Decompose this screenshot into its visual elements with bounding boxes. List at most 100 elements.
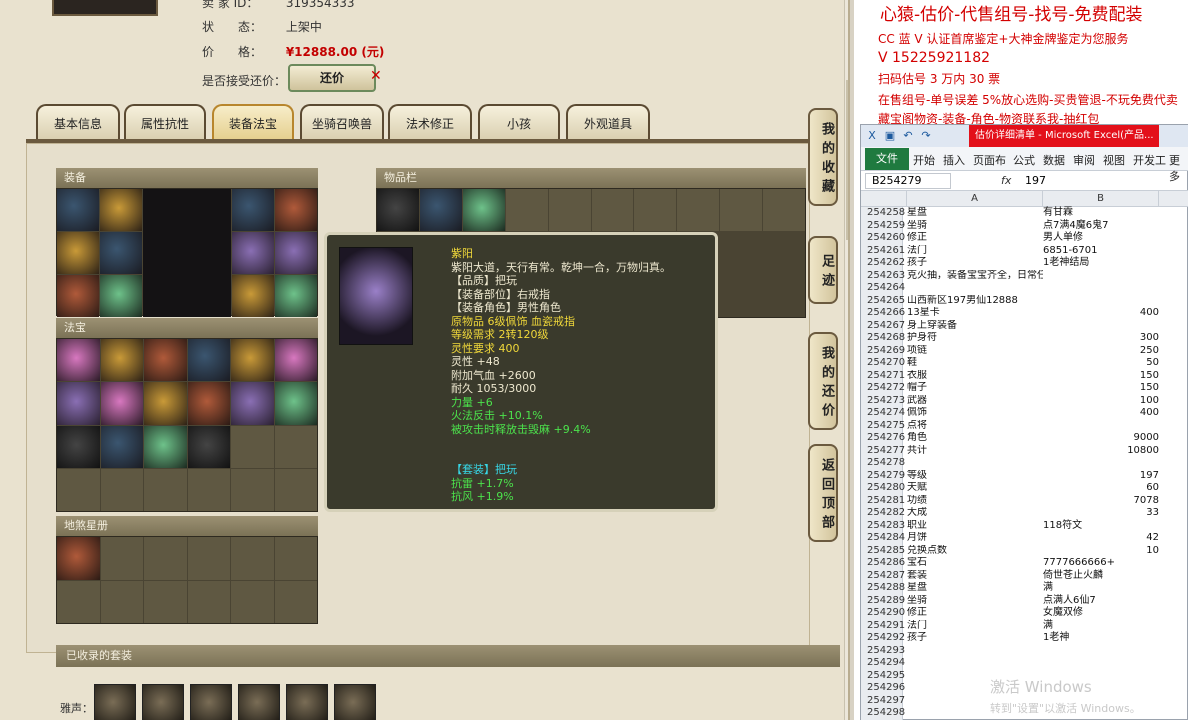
row-number[interactable]: 254275 [861, 419, 905, 432]
equipment-slot[interactable] [232, 275, 274, 317]
column-header-a[interactable]: A [907, 191, 1043, 207]
cell-b[interactable]: 150 [1043, 370, 1159, 383]
row-number[interactable]: 254259 [861, 219, 905, 232]
equipment-slot[interactable] [275, 189, 317, 231]
equipment-slot[interactable] [57, 189, 99, 231]
row-number[interactable]: 254265 [861, 294, 905, 307]
cell-a[interactable]: 星盘 [907, 582, 1043, 595]
row-number[interactable]: 254266 [861, 307, 905, 320]
row-number[interactable]: 254297 [861, 694, 905, 707]
set-item[interactable] [334, 684, 376, 720]
equipment-slot[interactable] [100, 232, 142, 274]
empty-slot[interactable] [144, 468, 187, 511]
row-number[interactable]: 254277 [861, 444, 905, 457]
equipment-slot[interactable] [100, 189, 142, 231]
cell-a[interactable]: 修正 [907, 232, 1043, 245]
empty-slot[interactable] [763, 189, 805, 231]
scrollbar-thumb[interactable] [846, 80, 848, 240]
cell-b[interactable]: 点7满4魔6鬼7 [1043, 220, 1159, 233]
row-number[interactable]: 254269 [861, 344, 905, 357]
empty-slot[interactable] [274, 537, 317, 580]
empty-slot[interactable] [231, 537, 274, 580]
cell-a[interactable]: 月饼 [907, 532, 1043, 545]
row-number[interactable]: 254294 [861, 657, 905, 670]
fabao-slot[interactable] [100, 339, 143, 382]
equipment-slot[interactable] [57, 275, 99, 317]
cell-b[interactable]: 满 [1043, 620, 1159, 633]
cell-b[interactable]: 7777666666+ [1043, 557, 1159, 570]
cell-a[interactable]: 衣服 [907, 370, 1043, 383]
cell-b[interactable]: 1老神 [1043, 632, 1159, 645]
row-number[interactable]: 254295 [861, 669, 905, 682]
row-number[interactable]: 254296 [861, 682, 905, 695]
cell-a[interactable]: 大成 [907, 507, 1043, 520]
equipment-slot[interactable] [275, 275, 317, 317]
column-header-c[interactable] [1159, 191, 1188, 207]
cell-a[interactable]: 共计 [907, 445, 1043, 458]
row-number[interactable]: 254283 [861, 519, 905, 532]
cell-a[interactable]: 佩饰 [907, 407, 1043, 420]
row-number[interactable]: 254260 [861, 232, 905, 245]
fabao-slot[interactable] [144, 382, 187, 425]
inventory-slot[interactable] [419, 189, 462, 231]
row-number[interactable]: 254278 [861, 457, 905, 470]
row-number[interactable]: 254272 [861, 382, 905, 395]
empty-slot[interactable] [274, 468, 317, 511]
ribbon-tab[interactable]: 插入 [943, 152, 965, 168]
empty-slot[interactable] [591, 189, 634, 231]
tab-appearance[interactable]: 外观道具 [566, 104, 650, 140]
ribbon-tab[interactable]: 开发工 [1133, 152, 1166, 168]
fabao-slot[interactable] [144, 425, 187, 468]
cell-a[interactable]: 兑换点数 [907, 545, 1043, 558]
empty-slot[interactable] [231, 468, 274, 511]
fabao-slot[interactable] [187, 425, 230, 468]
empty-slot[interactable] [187, 580, 230, 623]
ribbon-tab[interactable]: 公式 [1013, 152, 1035, 168]
redo-icon[interactable]: ↷ [919, 129, 933, 143]
empty-slot[interactable] [548, 189, 591, 231]
save-icon[interactable]: ▣ [883, 129, 897, 143]
cell-b[interactable]: 118符文 [1043, 520, 1159, 533]
set-item[interactable] [190, 684, 232, 720]
fabao-slot[interactable] [100, 425, 143, 468]
cell-b[interactable]: 50 [1043, 357, 1159, 370]
row-number[interactable]: 254267 [861, 319, 905, 332]
row-number[interactable]: 254263 [861, 269, 905, 282]
name-box[interactable]: B254279 [865, 173, 951, 189]
fabao-slot[interactable] [274, 339, 317, 382]
cell-b[interactable]: 6851-6701 [1043, 245, 1159, 258]
back-to-top-button[interactable]: 返回顶部 [808, 444, 838, 542]
row-number[interactable]: 254293 [861, 644, 905, 657]
cell-b[interactable]: 女魔双修 [1043, 607, 1159, 620]
fabao-slot[interactable] [100, 382, 143, 425]
row-number[interactable]: 254261 [861, 244, 905, 257]
row-number[interactable]: 254291 [861, 619, 905, 632]
cell-a[interactable]: 坐骑 [907, 220, 1043, 233]
empty-slot[interactable] [677, 189, 720, 231]
cell-b[interactable]: 倚世苍止火麟 [1043, 570, 1159, 583]
cell-b[interactable]: 197 [1043, 470, 1159, 483]
cell-a[interactable]: 套装 [907, 570, 1043, 583]
file-tab[interactable]: 文件 [865, 148, 909, 170]
fabao-slot[interactable] [187, 382, 230, 425]
cell-a[interactable]: 身上穿装备 [907, 320, 1043, 333]
empty-slot[interactable] [57, 468, 100, 511]
cell-a[interactable]: 鞋 [907, 357, 1043, 370]
empty-slot[interactable] [634, 189, 677, 231]
cell-b[interactable]: 满 [1043, 582, 1159, 595]
footprint-button[interactable]: 足迹 [808, 236, 838, 304]
cell-b[interactable]: 400 [1043, 307, 1159, 320]
cell-a[interactable]: 坐骑 [907, 595, 1043, 608]
row-number[interactable]: 254289 [861, 594, 905, 607]
empty-slot[interactable] [57, 580, 100, 623]
set-item[interactable] [286, 684, 328, 720]
page-scrollbar[interactable] [844, 0, 848, 720]
cell-a[interactable]: 克火抽，装备宝宝齐全，日常任务副本满抽 [907, 270, 1043, 283]
set-item[interactable] [94, 684, 136, 720]
ring-slot[interactable] [232, 232, 274, 274]
cell-a[interactable]: 护身符 [907, 332, 1043, 345]
cell-a[interactable]: 天赋 [907, 482, 1043, 495]
set-item[interactable] [142, 684, 184, 720]
fabao-slot[interactable] [57, 339, 100, 382]
cell-a[interactable]: 角色 [907, 432, 1043, 445]
